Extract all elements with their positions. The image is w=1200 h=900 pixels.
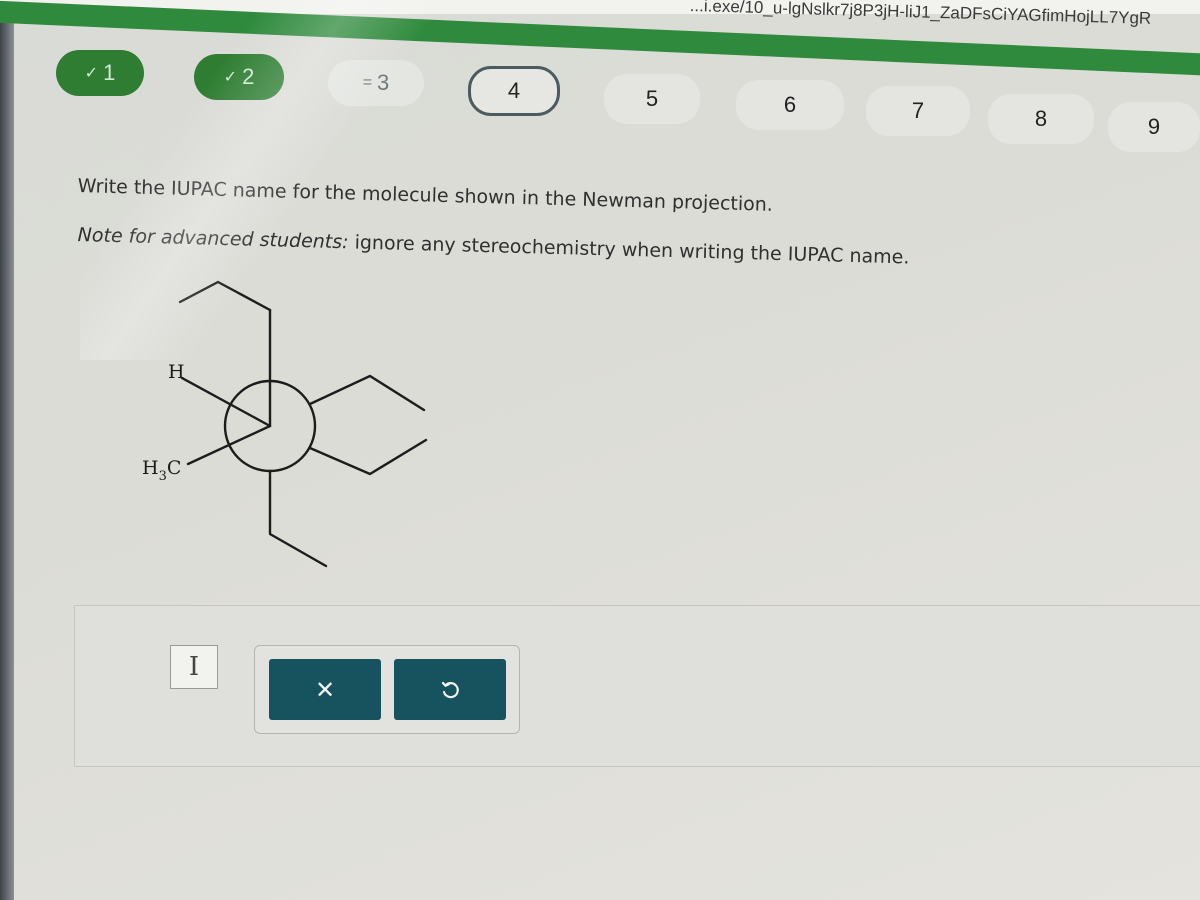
check-icon: ✓ <box>223 69 238 86</box>
step-label: 8 <box>1034 106 1048 131</box>
ethyl-chain-bottom <box>268 469 328 568</box>
undo-button[interactable] <box>394 659 506 720</box>
newman-projection: H H3C <box>142 280 428 568</box>
step-9[interactable]: 9 <box>1108 102 1200 152</box>
step-3[interactable]: = 3 <box>328 60 424 106</box>
step-label: 7 <box>911 98 925 123</box>
clear-button[interactable]: ✕ <box>269 659 381 720</box>
step-4[interactable]: 4 <box>468 66 560 116</box>
step-label: 2 <box>242 64 255 89</box>
check-icon: ✓ <box>84 65 99 82</box>
methyl-label-subscript: 3 <box>159 469 167 484</box>
step-label: 3 <box>377 70 390 95</box>
step-7[interactable]: 7 <box>866 86 970 136</box>
note-text: ignore any stereochemistry when writing … <box>354 231 910 269</box>
step-8[interactable]: 8 <box>988 94 1094 144</box>
step-2[interactable]: ✓ 2 <box>194 54 284 100</box>
step-6[interactable]: 6 <box>736 80 844 130</box>
methyl-label-h: H <box>142 457 159 479</box>
undo-icon <box>441 681 459 698</box>
ethyl-chain-top <box>178 280 272 312</box>
step-label: 6 <box>783 92 797 117</box>
step-1[interactable]: ✓ 1 <box>56 50 144 96</box>
methyl-label: H3C <box>142 457 181 484</box>
hydrogen-label: H <box>168 361 185 383</box>
ethyl-chain-upper-right <box>308 374 426 412</box>
answer-input[interactable]: I <box>170 645 218 689</box>
close-icon: ✕ <box>314 675 336 704</box>
ethyl-chain-lower-right <box>308 438 428 476</box>
answer-area <box>74 605 1200 767</box>
step-5[interactable]: 5 <box>604 74 700 124</box>
methyl-label-c: C <box>167 457 182 479</box>
question-prompt: Write the IUPAC name for the molecule sh… <box>77 175 774 216</box>
step-label: 5 <box>645 86 659 111</box>
question-stepper: ✓ 1 ✓ 2 = 3 4 5 6 7 8 9 <box>0 0 1200 152</box>
text-cursor-icon: I <box>188 652 200 682</box>
step-label: 9 <box>1147 114 1161 139</box>
note-label: Note for advanced students: <box>77 224 349 254</box>
question-note: Note for advanced students: ignore any s… <box>77 224 909 268</box>
answer-tools: ✕ <box>254 645 520 734</box>
step-label: 1 <box>103 60 116 85</box>
partial-icon: = <box>362 74 373 91</box>
step-label: 4 <box>507 78 521 103</box>
